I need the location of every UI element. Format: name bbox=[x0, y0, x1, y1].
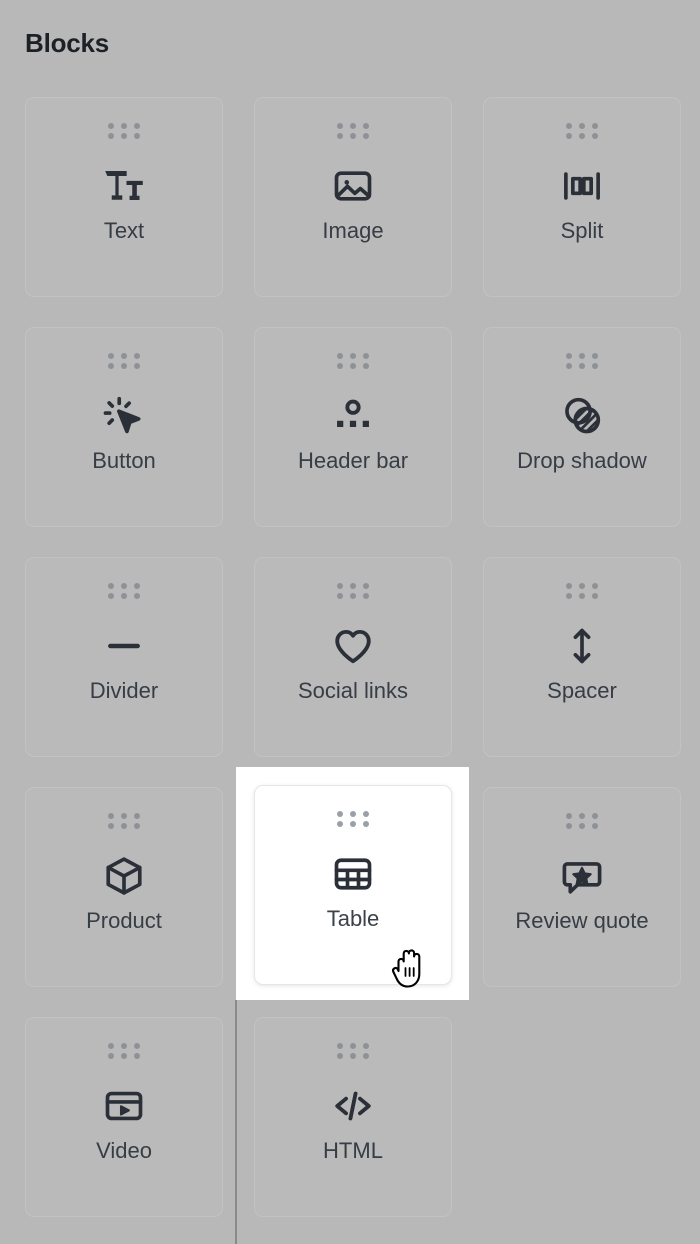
cursor-click-icon bbox=[102, 389, 146, 443]
split-icon bbox=[560, 159, 604, 213]
block-card-label: Review quote bbox=[515, 910, 648, 932]
block-card-split[interactable]: Split bbox=[483, 97, 681, 297]
block-card-text[interactable]: Text bbox=[25, 97, 223, 297]
block-card-label: Spacer bbox=[547, 680, 617, 702]
drag-dots-icon[interactable] bbox=[565, 813, 599, 829]
block-card-label: Split bbox=[561, 220, 604, 242]
block-card-product[interactable]: Product bbox=[25, 787, 223, 987]
block-card-spacer[interactable]: Spacer bbox=[483, 557, 681, 757]
cube-icon bbox=[102, 849, 146, 903]
code-brackets-icon bbox=[331, 1079, 375, 1133]
drag-dots-icon[interactable] bbox=[336, 123, 370, 139]
block-card-divider[interactable]: Divider bbox=[25, 557, 223, 757]
text-icon bbox=[101, 159, 147, 213]
block-card-label: Text bbox=[104, 220, 144, 242]
image-icon bbox=[331, 159, 375, 213]
header-bar-icon bbox=[331, 389, 375, 443]
vertical-arrows-icon bbox=[560, 619, 604, 673]
block-card-label: Header bar bbox=[298, 450, 408, 472]
drag-dots-icon[interactable] bbox=[336, 811, 370, 827]
block-card-drop-shadow[interactable]: Drop shadow bbox=[483, 327, 681, 527]
block-card-button[interactable]: Button bbox=[25, 327, 223, 527]
drop-position-indicator bbox=[235, 1000, 237, 1244]
block-card-label: HTML bbox=[323, 1140, 383, 1162]
drag-dots-icon[interactable] bbox=[336, 1043, 370, 1059]
drag-dots-icon[interactable] bbox=[336, 353, 370, 369]
block-card-label: Divider bbox=[90, 680, 158, 702]
block-card-header-bar[interactable]: Header bar bbox=[254, 327, 452, 527]
block-card-label: Button bbox=[92, 450, 156, 472]
blocks-grid: Text Image Split Button Header bar bbox=[25, 97, 675, 1217]
block-card-html[interactable]: HTML bbox=[254, 1017, 452, 1217]
block-card-label: Social links bbox=[298, 680, 408, 702]
drag-dots-icon[interactable] bbox=[107, 1043, 141, 1059]
table-icon bbox=[331, 847, 375, 901]
drag-dots-icon[interactable] bbox=[565, 583, 599, 599]
block-card-review-quote[interactable]: Review quote bbox=[483, 787, 681, 987]
divider-icon bbox=[102, 619, 146, 673]
block-card-label: Product bbox=[86, 910, 162, 932]
drag-dots-icon[interactable] bbox=[565, 353, 599, 369]
drag-dots-icon[interactable] bbox=[336, 583, 370, 599]
drag-dots-icon[interactable] bbox=[107, 583, 141, 599]
drag-dots-icon[interactable] bbox=[565, 123, 599, 139]
block-card-label: Table bbox=[327, 908, 380, 930]
block-card-label: Drop shadow bbox=[517, 450, 647, 472]
drag-dots-icon[interactable] bbox=[107, 123, 141, 139]
page-title: Blocks bbox=[25, 28, 109, 59]
drag-dots-icon[interactable] bbox=[107, 353, 141, 369]
heart-icon bbox=[331, 619, 375, 673]
block-card-social-links[interactable]: Social links bbox=[254, 557, 452, 757]
block-card-video[interactable]: Video bbox=[25, 1017, 223, 1217]
block-card-label: Image bbox=[322, 220, 383, 242]
drop-shadow-icon bbox=[560, 389, 604, 443]
drag-dots-icon[interactable] bbox=[107, 813, 141, 829]
video-player-icon bbox=[102, 1079, 146, 1133]
block-card-table-active[interactable]: Table bbox=[254, 785, 452, 985]
block-card-image[interactable]: Image bbox=[254, 97, 452, 297]
block-card-label: Video bbox=[96, 1140, 152, 1162]
speech-bubble-star-icon bbox=[560, 849, 604, 903]
